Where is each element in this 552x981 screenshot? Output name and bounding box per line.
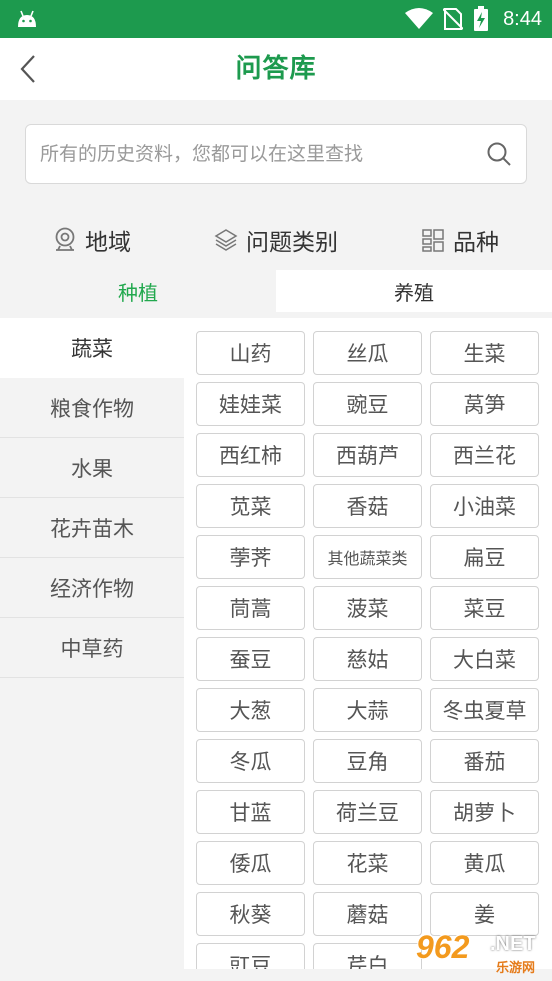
sidebar-item-vegetables[interactable]: 蔬菜 xyxy=(0,318,184,378)
status-bar: 8:44 xyxy=(0,0,552,38)
site-watermark-logo: 962 .NET 乐游网 xyxy=(412,925,552,981)
variety-chip[interactable]: 黄瓜 xyxy=(430,841,539,885)
search-input[interactable] xyxy=(40,125,480,183)
variety-chip[interactable]: 菜豆 xyxy=(430,586,539,630)
sidebar-item-herbal-medicine[interactable]: 中草药 xyxy=(0,618,184,678)
variety-chip[interactable]: 香菇 xyxy=(313,484,422,528)
variety-chip[interactable]: 小油菜 xyxy=(430,484,539,528)
variety-chip[interactable]: 丝瓜 xyxy=(313,331,422,375)
variety-chip[interactable]: 大蒜 xyxy=(313,688,422,732)
variety-chip[interactable]: 蚕豆 xyxy=(196,637,305,681)
variety-chip[interactable]: 豇豆 xyxy=(196,943,305,969)
variety-chip[interactable]: 茼蒿 xyxy=(196,586,305,630)
title-bar: 问答库 xyxy=(0,38,552,100)
grid-list-icon xyxy=(422,229,444,252)
variety-chip[interactable]: 秋葵 xyxy=(196,892,305,936)
variety-chip[interactable]: 生菜 xyxy=(430,331,539,375)
search-box xyxy=(25,124,527,184)
variety-chip[interactable]: 荸荠 xyxy=(196,535,305,579)
variety-chip[interactable]: 大葱 xyxy=(196,688,305,732)
watermark-number: 962 xyxy=(416,929,470,965)
variety-chip[interactable]: 胡萝卜 xyxy=(430,790,539,834)
watermark-suffix: .NET xyxy=(490,933,536,955)
variety-chip[interactable]: 豆角 xyxy=(313,739,422,783)
variety-chip[interactable]: 西兰花 xyxy=(430,433,539,477)
variety-chip[interactable]: 扁豆 xyxy=(430,535,539,579)
category-sidebar: 蔬菜 粮食作物 水果 花卉苗木 经济作物 中草药 xyxy=(0,318,184,981)
tab-planting[interactable]: 种植 xyxy=(0,270,276,312)
sidebar-item-flowers-seedlings[interactable]: 花卉苗木 xyxy=(0,498,184,558)
android-icon xyxy=(18,10,36,27)
variety-chip[interactable]: 冬虫夏草 xyxy=(430,688,539,732)
tab-breeding[interactable]: 养殖 xyxy=(276,270,552,312)
variety-chip[interactable]: 番茄 xyxy=(430,739,539,783)
variety-chip[interactable]: 甘蓝 xyxy=(196,790,305,834)
variety-chip[interactable]: 蘑菇 xyxy=(313,892,422,936)
watermark-site: 乐游网 xyxy=(496,961,536,976)
battery-charging-icon xyxy=(474,6,489,31)
variety-chip[interactable]: 芹白 xyxy=(313,943,422,969)
search-icon[interactable] xyxy=(486,141,512,167)
page-title: 问答库 xyxy=(235,54,317,84)
variety-chip[interactable]: 倭瓜 xyxy=(196,841,305,885)
filter-bar: 地域 问题类别 品种 xyxy=(0,212,552,268)
variety-chip[interactable]: 慈姑 xyxy=(313,637,422,681)
variety-chip[interactable]: 荷兰豆 xyxy=(313,790,422,834)
no-sim-icon xyxy=(443,8,464,30)
sidebar-item-cash-crops[interactable]: 经济作物 xyxy=(0,558,184,618)
chevron-left-icon xyxy=(20,55,35,83)
variety-chip[interactable]: 莴笋 xyxy=(430,382,539,426)
variety-chip[interactable]: 大白菜 xyxy=(430,637,539,681)
variety-chip[interactable]: 花菜 xyxy=(313,841,422,885)
variety-chip[interactable]: 菠菜 xyxy=(313,586,422,630)
sidebar-item-fruit[interactable]: 水果 xyxy=(0,438,184,498)
filter-question-type[interactable]: 问题类别 xyxy=(184,212,368,268)
variety-chip[interactable]: 苋菜 xyxy=(196,484,305,528)
status-time: 8:44 xyxy=(503,7,542,30)
category-tabs: 种植 养殖 xyxy=(0,270,552,312)
filter-question-type-label: 问题类别 xyxy=(246,230,338,256)
back-button[interactable] xyxy=(10,50,46,88)
variety-chip[interactable]: 西红柿 xyxy=(196,433,305,477)
variety-grid: 山药 丝瓜 生菜娃娃菜 豌豆 莴笋西红柿 西葫芦 西兰花苋菜 香菇 小油菜荸荠 其他蔬菜类 扁豆茼蒿… xyxy=(184,318,552,969)
layers-icon xyxy=(214,229,238,251)
wifi-icon xyxy=(405,8,434,29)
variety-chip[interactable]: 西葫芦 xyxy=(313,433,422,477)
filter-region-label: 地域 xyxy=(85,230,131,256)
variety-chip[interactable]: 豌豆 xyxy=(313,382,422,426)
location-icon xyxy=(55,227,75,251)
variety-chip[interactable]: 山药 xyxy=(196,331,305,375)
filter-variety[interactable]: 品种 xyxy=(368,212,552,268)
filter-region[interactable]: 地域 xyxy=(0,212,184,268)
filter-variety-label: 品种 xyxy=(453,230,499,256)
variety-chip[interactable]: 冬瓜 xyxy=(196,739,305,783)
variety-chip[interactable]: 娃娃菜 xyxy=(196,382,305,426)
sidebar-item-grain-crops[interactable]: 粮食作物 xyxy=(0,378,184,438)
variety-chip[interactable]: 其他蔬菜类 xyxy=(313,535,422,579)
